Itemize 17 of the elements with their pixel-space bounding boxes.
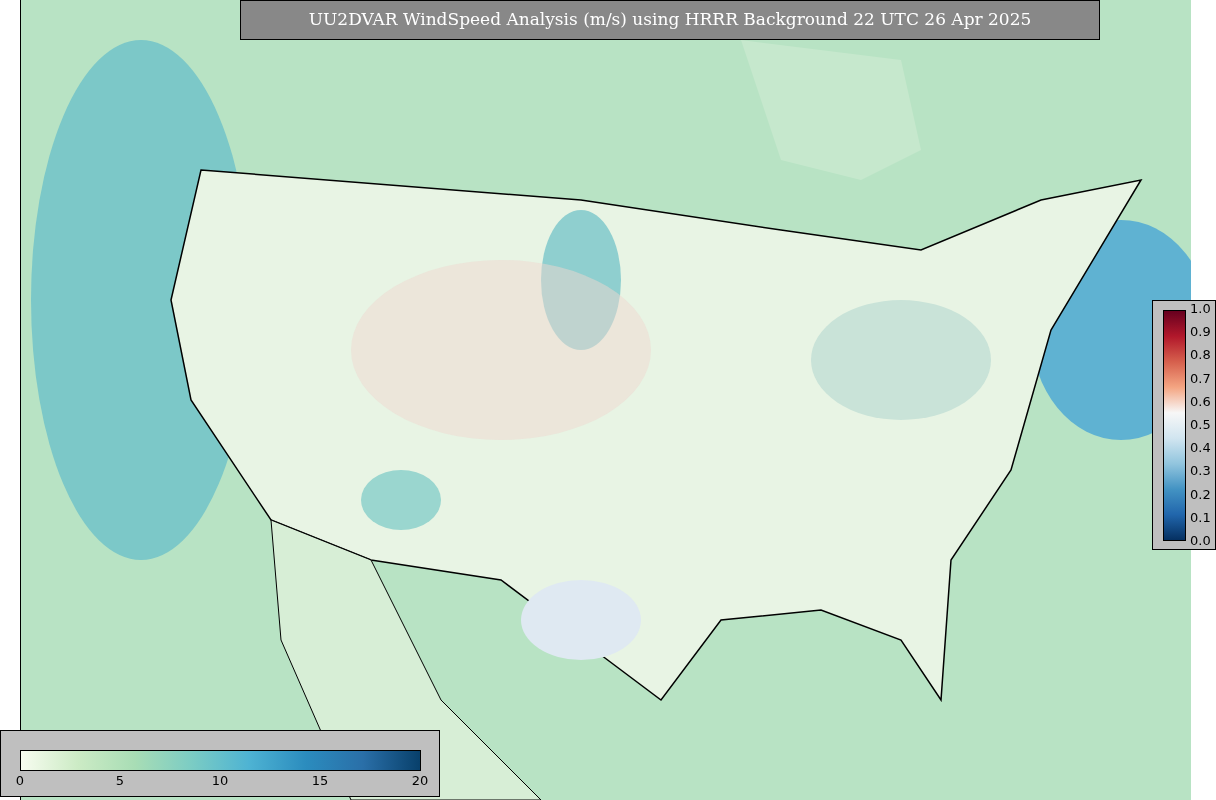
tick-label: 0.9 (1190, 325, 1212, 340)
tick-label: 0.6 (1190, 394, 1212, 409)
tick-label: 0.4 (1190, 441, 1212, 456)
tick-label: 0.8 (1190, 348, 1212, 363)
tick-label: 0.3 (1190, 464, 1212, 479)
tick-label: 0.5 (1190, 417, 1212, 432)
tick-label: 0.1 (1190, 510, 1212, 525)
tick-label: 10 (210, 773, 230, 790)
tick-label: 20 (410, 773, 430, 790)
tick-label: 15 (310, 773, 330, 790)
tick-label: 1.0 (1190, 302, 1212, 316)
tick-label: 0.0 (1190, 533, 1212, 548)
tick-label: 0 (14, 773, 26, 790)
tick-label: 0.2 (1190, 487, 1212, 502)
tick-label: 5 (114, 773, 126, 790)
chart-title: UU2DVAR WindSpeed Analysis (m/s) using HRRR Background 22 UTC 26 Apr 2025 (240, 0, 1100, 40)
tick-label: 0.7 (1190, 371, 1212, 386)
